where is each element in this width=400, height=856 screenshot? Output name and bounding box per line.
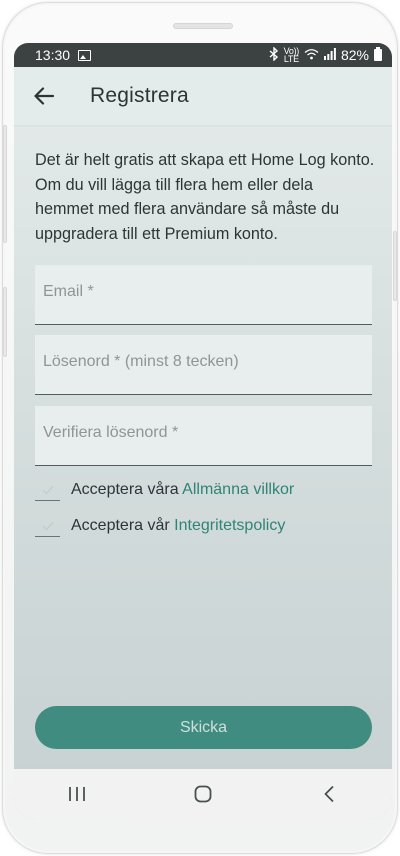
terms-checkbox[interactable] [35,479,60,501]
signal-icon [323,47,336,63]
screen: 13:30 Vo)) LTE 82% Registrera Det är hel… [14,43,392,819]
nav-back-button[interactable] [299,774,359,814]
phone-frame: 13:30 Vo)) LTE 82% Registrera Det är hel… [2,2,398,854]
bluetooth-icon [269,45,279,64]
intro-text: Det är helt gratis att skapa ett Home Lo… [35,151,375,243]
home-button[interactable] [173,774,233,814]
email-input[interactable] [43,283,372,301]
system-nav-bar [14,769,392,819]
password-input[interactable] [43,353,372,371]
home-icon [194,785,212,803]
wifi-icon [304,47,319,63]
password-field[interactable] [35,335,372,395]
volume-button [3,125,7,243]
recent-apps-button[interactable] [47,774,107,814]
back-button[interactable] [24,76,64,116]
terms-link[interactable]: Allmänna villkor [182,481,294,498]
terms-label: Acceptera våra Allmänna villkor [71,481,294,499]
recent-apps-icon [69,787,85,801]
verify-password-input[interactable] [43,424,372,442]
terms-checkbox-row[interactable]: Acceptera våra Allmänna villkor [35,479,294,501]
privacy-checkbox[interactable] [35,515,60,537]
app-bar: Registrera [14,67,392,125]
nav-back-icon [324,785,334,803]
submit-button[interactable]: Skicka [35,706,372,749]
status-bar: 13:30 Vo)) LTE 82% [14,43,392,67]
power-button [393,231,397,301]
privacy-link[interactable]: Integritetspolicy [174,517,285,534]
check-icon [42,521,53,530]
privacy-checkbox-row[interactable]: Acceptera vår Integritetspolicy [35,515,285,537]
terms-label-prefix: Acceptera våra [71,481,179,498]
speaker-grille [173,23,233,29]
arrow-back-icon [34,87,54,105]
bixby-button [3,287,7,357]
privacy-label-prefix: Acceptera vår [71,517,170,534]
email-field[interactable] [35,265,372,325]
gallery-icon [78,49,92,61]
privacy-label: Acceptera vår Integritetspolicy [71,517,285,535]
volte-icon: Vo)) LTE [283,46,300,64]
page-title: Registrera [90,84,189,107]
verify-password-field[interactable] [35,406,372,466]
battery-percentage: 82% [340,47,369,63]
status-time: 13:30 [35,47,71,63]
check-icon [42,485,53,494]
battery-icon [374,47,382,61]
